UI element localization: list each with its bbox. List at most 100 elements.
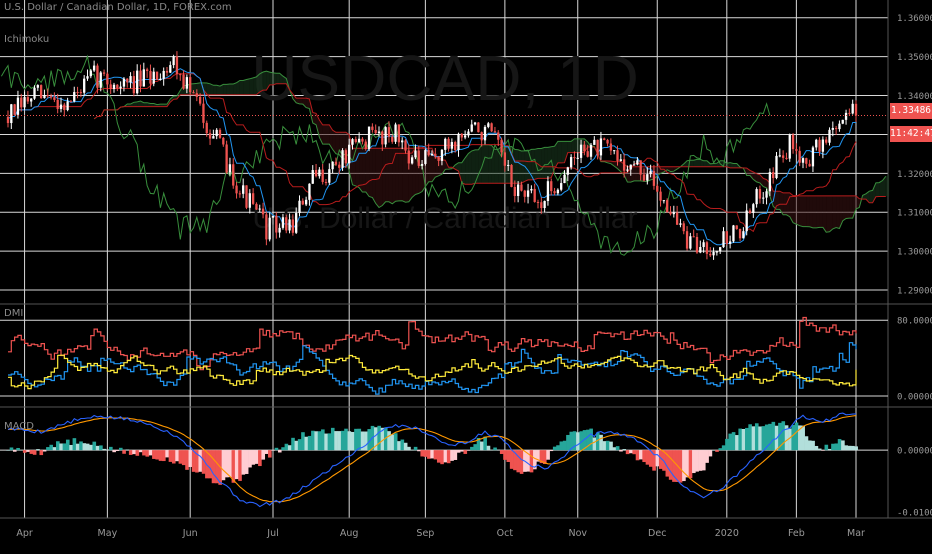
chart-canvas[interactable]: USDCAD, 1D U.S. Dollar / Canadian Dollar… — [0, 0, 932, 550]
cloud-segment — [823, 196, 826, 232]
candle-body — [550, 181, 552, 191]
macd-histogram-bar — [682, 450, 686, 481]
macd-histogram-bar — [102, 449, 106, 450]
price-axis-label: 1.30000 — [897, 248, 932, 258]
candle-body — [474, 122, 476, 124]
cloud-segment — [482, 145, 485, 183]
candle-body — [110, 84, 112, 89]
candle-body — [93, 66, 95, 71]
candle-body — [136, 71, 138, 94]
candle-body — [66, 101, 68, 110]
macd-histogram-bar — [328, 433, 332, 450]
macd-histogram-bar — [427, 450, 431, 459]
candle-body — [441, 150, 443, 161]
candle-body — [596, 140, 598, 156]
candle-body — [76, 92, 78, 93]
macd-histogram-bar — [679, 450, 683, 482]
candle-body — [232, 164, 234, 185]
macd-histogram-bar — [454, 450, 458, 460]
symbol-title[interactable]: U.S. Dollar / Canadian Dollar, 1D, FOREX… — [4, 2, 232, 13]
macd-legend[interactable]: MACD — [4, 421, 34, 432]
macd-histogram-bar — [391, 434, 395, 450]
cloud-segment — [233, 83, 236, 95]
macd-histogram-bar — [599, 435, 603, 450]
cloud-segment — [362, 148, 365, 192]
candle-body — [189, 77, 191, 92]
candle-body — [702, 242, 704, 247]
candle-body — [113, 85, 115, 89]
candle-body — [322, 170, 324, 182]
price-axis-label: 1.31000 — [897, 209, 932, 219]
candle-body — [620, 159, 622, 161]
candle-body — [792, 135, 794, 149]
candle-body — [411, 157, 413, 163]
candle-body — [543, 201, 545, 208]
candle-body — [477, 122, 479, 132]
macd-histogram-bar — [566, 435, 570, 450]
macd-histogram-bar — [175, 450, 179, 461]
candle-body — [394, 124, 396, 141]
cloud-segment — [478, 145, 481, 183]
candle-body — [593, 140, 595, 145]
cloud-segment — [826, 196, 829, 232]
cloud-segment — [230, 84, 233, 95]
macd-histogram-bar — [331, 428, 335, 450]
candle-body — [212, 136, 214, 138]
macd-histogram-bar — [854, 446, 858, 450]
candle-body — [312, 170, 314, 184]
macd-histogram-bar — [556, 445, 560, 450]
cloud-segment — [561, 141, 564, 162]
macd-histogram-bar — [268, 450, 272, 457]
candle-body — [487, 123, 489, 127]
macd-histogram-bar — [13, 450, 17, 452]
candle-body — [90, 71, 92, 77]
cloud-segment — [800, 196, 803, 227]
macd-histogram-bar — [805, 436, 809, 450]
macd-histogram-bar — [424, 450, 428, 457]
candle-body — [673, 213, 675, 215]
cloud-segment — [558, 141, 561, 162]
macd-histogram-bar — [781, 421, 785, 450]
candle-body — [169, 65, 171, 73]
candle-body — [706, 242, 708, 254]
macd-histogram-bar — [116, 450, 120, 451]
candle-body — [709, 254, 711, 255]
macd-histogram-bar — [705, 450, 709, 463]
cloud-segment — [515, 149, 518, 183]
cloud-segment — [260, 72, 263, 92]
macd-histogram-bar — [189, 450, 193, 467]
macd-histogram-bar — [86, 444, 90, 450]
countdown-tag: 11:42:47 — [890, 126, 932, 142]
cloud-segment — [382, 148, 385, 205]
macd-histogram-bar — [520, 450, 524, 474]
dmi-legend[interactable]: DMI — [4, 308, 23, 319]
candle-body — [762, 198, 764, 199]
macd-histogram-bar — [467, 450, 471, 451]
macd-histogram-bar — [106, 449, 110, 450]
cloud-segment — [849, 196, 852, 218]
chart-stage[interactable]: USDCAD, 1D U.S. Dollar / Canadian Dollar… — [0, 0, 932, 550]
macd-histogram-bar — [192, 450, 196, 472]
macd-histogram-bar — [752, 426, 756, 450]
macd-histogram-bar — [83, 443, 87, 450]
candle-body — [636, 160, 638, 164]
macd-histogram-bar — [808, 440, 812, 450]
macd-histogram-bar — [825, 445, 829, 450]
candle-body — [262, 209, 264, 215]
macd-axis-label: -0.01000 — [897, 508, 932, 518]
ichimoku-legend[interactable]: Ichimoku — [4, 34, 49, 45]
candle-body — [305, 200, 307, 205]
macd-histogram-bar — [162, 450, 166, 461]
time-axis-label: Mar — [847, 528, 865, 539]
macd-axis-label: 0.00000 — [897, 447, 932, 457]
macd-histogram-bar — [63, 443, 67, 450]
macd-histogram-bar — [314, 431, 318, 450]
macd-histogram-bar — [440, 450, 444, 464]
candle-body — [649, 171, 651, 174]
candle-body — [20, 98, 22, 108]
macd-histogram-bar — [76, 444, 80, 450]
candle-body — [643, 175, 645, 181]
candle-body — [845, 113, 847, 120]
macd-histogram-bar — [656, 450, 660, 466]
cloud-segment — [704, 161, 707, 167]
